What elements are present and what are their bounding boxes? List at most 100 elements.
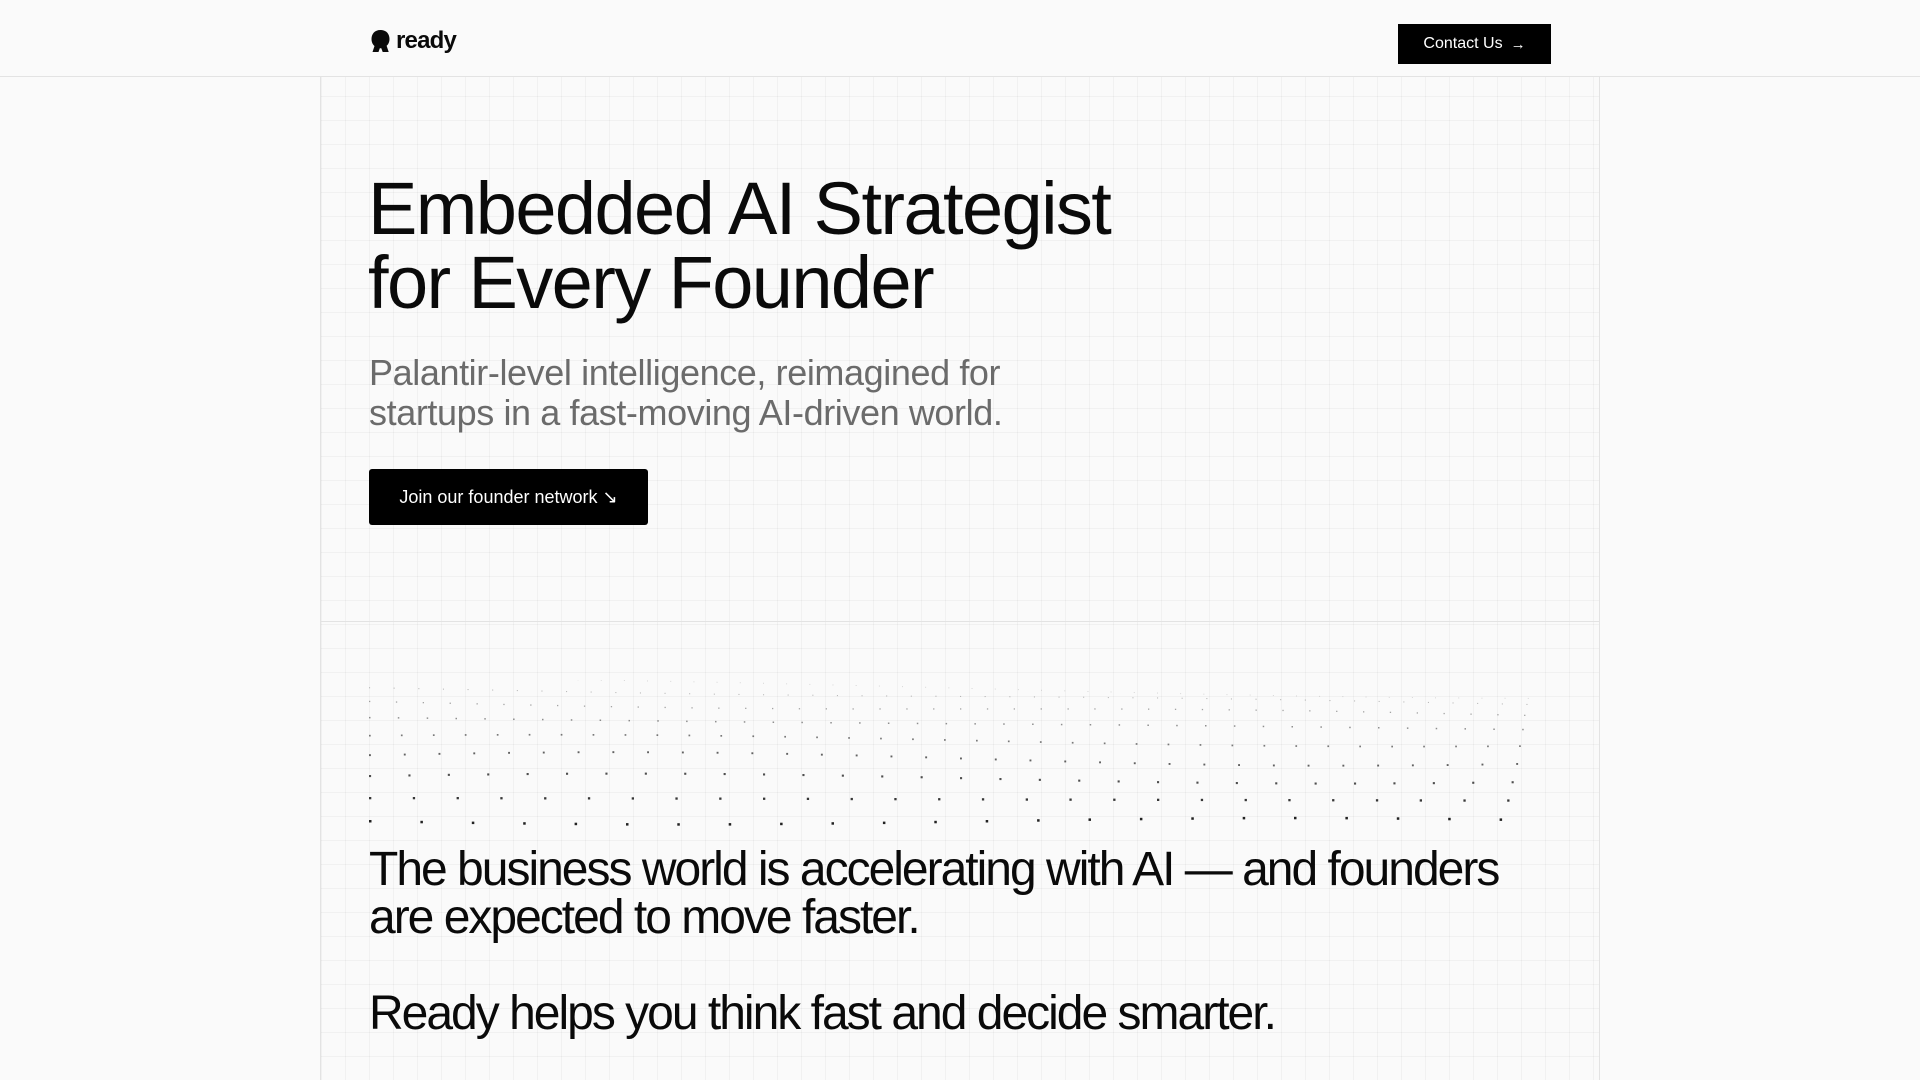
contact-us-button[interactable]: Contact Us →	[1398, 24, 1551, 64]
field-dot	[471, 821, 475, 825]
field-dot	[994, 758, 997, 761]
field-dot	[902, 686, 903, 688]
field-dot	[948, 687, 950, 689]
field-dot	[1039, 741, 1042, 743]
field-dot	[743, 721, 746, 723]
field-dot	[1275, 782, 1278, 785]
field-dot	[1472, 781, 1475, 784]
field-dot	[1064, 760, 1067, 763]
field-dot	[787, 694, 789, 696]
field-dot	[772, 707, 774, 710]
field-dot	[647, 751, 649, 754]
field-dot	[986, 708, 989, 710]
field-dot	[1504, 697, 1506, 699]
hero-subtitle: Palantir-level intelligence, reimagined …	[369, 353, 1129, 433]
field-dot	[984, 696, 986, 698]
field-dot	[560, 733, 563, 736]
field-dot	[631, 797, 634, 800]
field-dot	[1107, 697, 1109, 699]
field-dot	[1180, 693, 1182, 695]
field-dot	[473, 752, 476, 755]
field-dot	[816, 736, 818, 739]
field-dot	[369, 700, 371, 703]
field-dot	[809, 683, 811, 685]
field-dot	[1037, 819, 1040, 822]
field-dot	[1032, 723, 1034, 725]
field-dot	[1139, 817, 1143, 821]
field-dot	[1263, 744, 1266, 747]
field-dot	[831, 822, 834, 825]
field-dot	[1345, 816, 1348, 820]
field-dot	[1452, 702, 1454, 704]
field-dot	[1087, 691, 1089, 692]
join-founder-network-button[interactable]: Join our founder network ↘	[369, 469, 648, 525]
field-dot	[1117, 780, 1120, 783]
field-dot	[1033, 696, 1035, 698]
hero-title-line-2: for Every Founder	[368, 241, 935, 324]
field-dot	[422, 702, 424, 704]
field-dot	[1157, 697, 1159, 699]
statement-tagline: Ready helps you think fast and decide sm…	[369, 987, 1277, 1040]
field-dot	[487, 773, 490, 776]
field-dot	[1388, 696, 1390, 698]
field-dot	[772, 721, 775, 723]
field-dot	[1135, 743, 1138, 745]
site-header: ready Contact Us →	[0, 0, 1920, 77]
field-dot	[1007, 740, 1010, 743]
field-dot	[637, 706, 639, 708]
field-dot	[1516, 763, 1519, 765]
field-dot	[644, 772, 647, 775]
field-dot	[691, 707, 693, 709]
field-dot	[503, 703, 505, 706]
field-dot	[508, 751, 510, 754]
field-dot	[1342, 696, 1344, 698]
field-dot	[1176, 724, 1178, 727]
field-dot	[780, 822, 783, 826]
field-dot	[624, 734, 627, 736]
field-dot	[1396, 817, 1400, 820]
field-dot	[1493, 728, 1495, 730]
field-dot	[400, 734, 403, 737]
field-dot	[739, 682, 741, 684]
field-dot	[1230, 698, 1232, 700]
field-dot	[1040, 708, 1042, 710]
field-dot	[577, 751, 580, 754]
field-dot	[1427, 701, 1429, 703]
field-dot	[1199, 744, 1202, 746]
field-dot	[566, 691, 568, 693]
field-dot	[720, 735, 723, 737]
field-dot	[852, 708, 854, 710]
field-dot	[1083, 696, 1085, 698]
field-dot	[1282, 709, 1284, 712]
field-dot	[1320, 726, 1322, 728]
field-dot	[456, 797, 459, 800]
field-dot	[623, 680, 625, 681]
field-dot	[1423, 745, 1425, 748]
field-dot	[1419, 799, 1422, 802]
field-dot	[455, 717, 457, 720]
field-dot	[1481, 763, 1484, 766]
field-dot	[934, 820, 937, 824]
statement-heading: The business world is accelerating with …	[369, 846, 1569, 942]
field-dot	[878, 685, 880, 687]
field-dot	[1329, 700, 1331, 702]
field-dot	[467, 689, 469, 691]
field-dot	[945, 722, 948, 725]
field-dot	[420, 820, 423, 824]
field-dot	[1157, 692, 1158, 694]
field-dot	[1013, 708, 1015, 710]
field-dot	[825, 708, 827, 710]
statement-line-1: The business world is accelerating with …	[369, 843, 1500, 896]
logo-link[interactable]: ready	[370, 28, 457, 54]
field-dot	[1288, 799, 1291, 802]
field-dot	[1342, 764, 1345, 767]
field-dot	[684, 772, 687, 775]
field-dot	[1314, 782, 1317, 785]
field-dot	[626, 823, 629, 826]
field-dot	[1501, 703, 1503, 705]
field-dot	[1272, 764, 1275, 767]
field-dot	[592, 734, 595, 736]
field-dot	[476, 703, 478, 705]
contact-us-label: Contact Us	[1423, 35, 1503, 52]
dot-field-graphic	[369, 680, 1529, 826]
